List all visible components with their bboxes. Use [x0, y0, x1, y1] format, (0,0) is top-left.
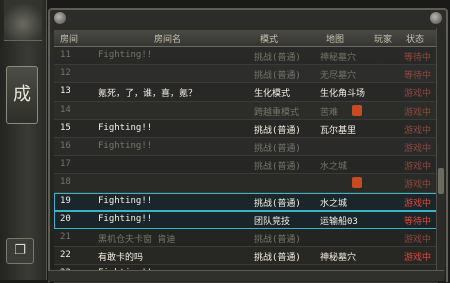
screw-icon	[430, 12, 442, 24]
room-row[interactable]: 20 Fighting!! 团队竞技 运输船03 等待中	[54, 210, 438, 229]
room-status: 游戏中	[404, 162, 432, 173]
room-row[interactable]: 18 游戏中	[54, 174, 438, 193]
room-name: Fighting!!	[98, 213, 153, 224]
room-map: 瓦尔基里	[320, 125, 357, 136]
room-number: 11	[60, 50, 71, 60]
room-mode: 挑战(普通)	[254, 53, 301, 63]
room-map: 运输船03	[320, 216, 358, 227]
room-status: 等待中	[404, 216, 432, 227]
room-name: Fighting!!	[98, 195, 153, 206]
room-number: 15	[60, 122, 71, 133]
header-players[interactable]: 玩家	[374, 32, 392, 45]
scrollbar-thumb[interactable]	[438, 168, 444, 194]
room-number: 19	[60, 195, 71, 206]
room-map: 神秘墓穴	[320, 253, 357, 264]
frame-ornament	[4, 0, 42, 41]
header-status[interactable]: 状态	[406, 32, 424, 45]
room-row[interactable]: 17 挑战(普通) 水之城 游戏中	[54, 156, 438, 175]
room-number: 16	[60, 140, 71, 151]
room-name: Fighting!!	[98, 122, 153, 133]
room-map: 生化角斗场	[320, 89, 366, 100]
room-mode: 挑战(普通)	[254, 71, 301, 82]
room-status: 游戏中	[404, 234, 432, 245]
room-row[interactable]: 19 Fighting!! 挑战(普通) 水之城 游戏中	[54, 192, 438, 211]
room-list: 11 Fighting!! 挑战(普通) 神秘墓穴 等待中 12 挑战(普通) 无尽墓穴 等待中…	[54, 47, 438, 283]
room-mode: 团队竞技	[254, 216, 291, 227]
room-map: 水之城	[320, 162, 348, 173]
room-name: 氪死，了，谁，喜，氪？	[98, 89, 198, 100]
room-mode: 挑战(普通)	[254, 162, 301, 173]
room-row[interactable]: 21 黑机仓夫卡窗 肯迪 挑战(普通) 游戏中	[54, 228, 438, 248]
room-map: 苦难	[320, 107, 339, 118]
room-list-panel: 房间 房间名 模式 地图 玩家 状态 11 Fighting!! 挑战(普通) 神秘墓…	[48, 8, 448, 283]
room-map: 神秘墓穴	[320, 53, 357, 63]
room-status: 等待中	[404, 71, 432, 82]
room-row[interactable]: 11 Fighting!! 挑战(普通) 神秘墓穴 等待中	[54, 47, 438, 66]
room-status: 游戏中	[404, 198, 432, 209]
room-mode: 生化模式	[254, 89, 291, 100]
room-number: 14	[60, 104, 71, 115]
room-status: 游戏中	[404, 143, 432, 154]
screw-icon	[54, 12, 66, 24]
room-status: 游戏中	[404, 125, 432, 136]
room-status: 游戏中	[404, 253, 432, 264]
left-frame: 成 ❐	[0, 0, 47, 280]
room-status: 游戏中	[404, 89, 432, 100]
copy-icon[interactable]: ❐	[6, 238, 34, 264]
room-number: 13	[60, 86, 71, 97]
room-status: 游戏中	[404, 180, 432, 191]
room-row[interactable]: 15 Fighting!! 挑战(普通) 瓦尔基里 游戏中	[54, 119, 438, 138]
room-number: 21	[60, 231, 71, 242]
room-name: 黑机仓夫卡窗 肯迪	[98, 234, 176, 245]
room-map: 水之城	[320, 198, 348, 209]
room-name: 有敢卡的吗	[98, 253, 144, 264]
room-row[interactable]: 16 Fighting!! 挑战(普通) 游戏中	[54, 137, 438, 157]
room-number: 12	[60, 68, 71, 79]
room-mode: 挑战(普通)	[254, 198, 301, 209]
room-status: 等待中	[404, 53, 432, 63]
room-map: 无尽墓穴	[320, 71, 357, 82]
table-header: 房间 房间名 模式 地图 玩家 状态	[54, 30, 438, 47]
room-name: Fighting!!	[98, 50, 153, 60]
room-status: 游戏中	[404, 107, 432, 118]
room-row[interactable]: 12 挑战(普通) 无尽墓穴 等待中	[54, 65, 438, 84]
side-mode-button[interactable]: 成	[6, 66, 38, 124]
header-mode[interactable]: 模式	[260, 32, 278, 45]
room-row[interactable]: 13 氪死，了，谁，喜，氪？ 生化模式 生化角斗场 游戏中	[54, 83, 438, 102]
room-number: 20	[60, 213, 71, 224]
header-map[interactable]: 地图	[326, 32, 344, 45]
room-number: 18	[60, 177, 71, 188]
header-room-name[interactable]: 房间名	[154, 32, 181, 45]
room-mode: 挑战(普通)	[254, 234, 301, 245]
scrollbar[interactable]	[436, 28, 445, 278]
room-name: Fighting!!	[98, 140, 153, 151]
lock-icon	[352, 104, 362, 116]
room-mode: 挑战(普通)	[254, 253, 301, 264]
lock-icon	[352, 177, 362, 189]
room-mode: 跨越重模式	[254, 107, 300, 118]
room-mode: 挑战(普通)	[254, 143, 301, 154]
room-row[interactable]: 14 跨越重模式 苦难 游戏中	[54, 101, 438, 120]
panel-footer	[48, 270, 444, 281]
header-room-no[interactable]: 房间	[60, 32, 78, 45]
room-mode: 挑战(普通)	[254, 125, 301, 136]
room-number: 17	[60, 159, 71, 170]
room-row[interactable]: 22 有敢卡的吗 挑战(普通) 神秘墓穴 游戏中	[54, 247, 438, 266]
room-number: 22	[60, 250, 71, 261]
